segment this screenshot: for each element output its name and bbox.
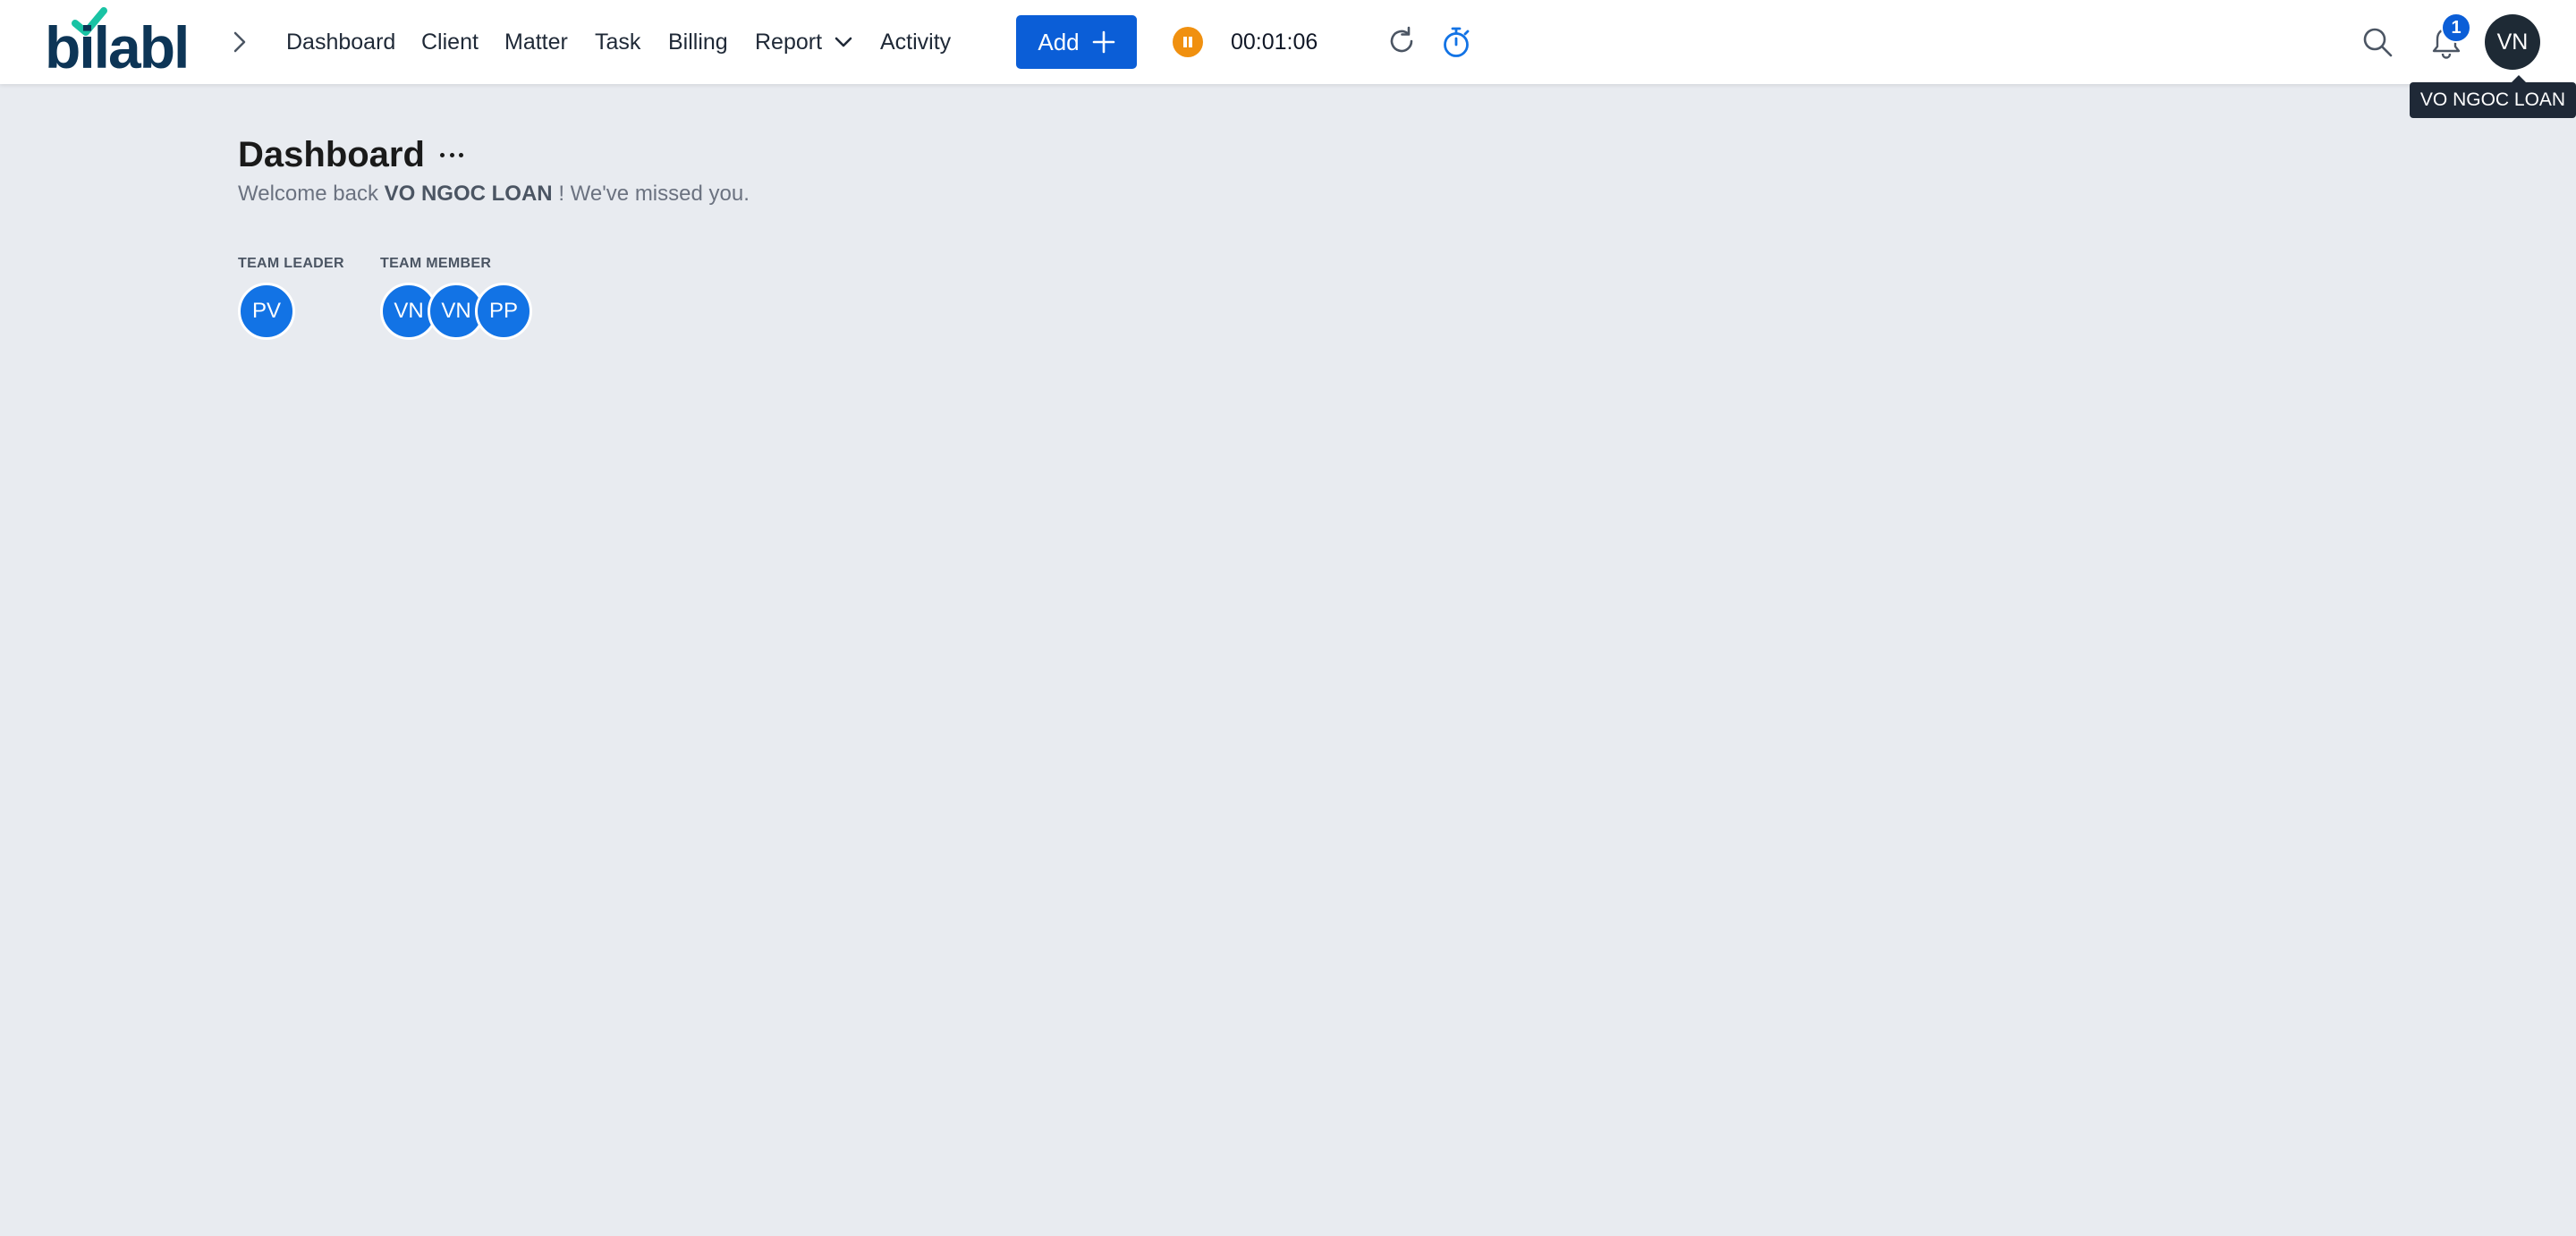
report-chevron-down-icon[interactable] xyxy=(834,33,853,51)
nav-item-report[interactable]: Report xyxy=(755,27,822,57)
welcome-message: Welcome back VO NGOC LOAN ! We've missed… xyxy=(238,181,750,207)
welcome-suffix: ! We've missed you. xyxy=(558,182,750,206)
nav-item-billing[interactable]: Billing xyxy=(668,27,728,57)
user-avatar[interactable]: VN xyxy=(2485,14,2540,70)
nav-item-task[interactable]: Task xyxy=(595,27,640,57)
plus-icon xyxy=(1092,30,1114,54)
welcome-prefix: Welcome back xyxy=(238,182,378,206)
nav-item-activity[interactable]: Activity xyxy=(880,27,951,57)
timer-pause-button[interactable] xyxy=(1173,27,1203,57)
more-icon[interactable] xyxy=(438,141,465,168)
page-title: Dashboard xyxy=(238,135,425,174)
search-icon[interactable] xyxy=(2360,24,2395,60)
team-leader-label: TEAM LEADER xyxy=(238,256,344,271)
top-navbar: bilabl Dashboard Client Matter Task Bill… xyxy=(0,0,2576,84)
team-member-label: TEAM MEMBER xyxy=(380,256,492,271)
team-member-avatar[interactable]: PP xyxy=(475,283,532,340)
nav-item-client[interactable]: Client xyxy=(421,27,479,57)
user-tooltip: VO NGOC LOAN xyxy=(2410,75,2576,118)
nav-item-matter[interactable]: Matter xyxy=(504,27,568,57)
notification-badge[interactable]: 1 xyxy=(2441,13,2471,43)
add-button-label: Add xyxy=(1038,28,1080,55)
breadcrumb-chevron-right-icon[interactable] xyxy=(231,30,249,55)
refresh-icon[interactable] xyxy=(1385,24,1419,58)
add-button[interactable]: Add xyxy=(1016,15,1137,69)
welcome-user-name: VO NGOC LOAN xyxy=(384,182,553,206)
logo-text: bilabl xyxy=(45,14,190,80)
nav-item-dashboard[interactable]: Dashboard xyxy=(286,27,395,57)
timer-display: 00:01:06 xyxy=(1231,30,1318,55)
app-logo[interactable]: bilabl xyxy=(45,7,191,80)
stopwatch-icon[interactable] xyxy=(1439,24,1473,60)
team-leader-avatar[interactable]: PV xyxy=(238,283,295,340)
